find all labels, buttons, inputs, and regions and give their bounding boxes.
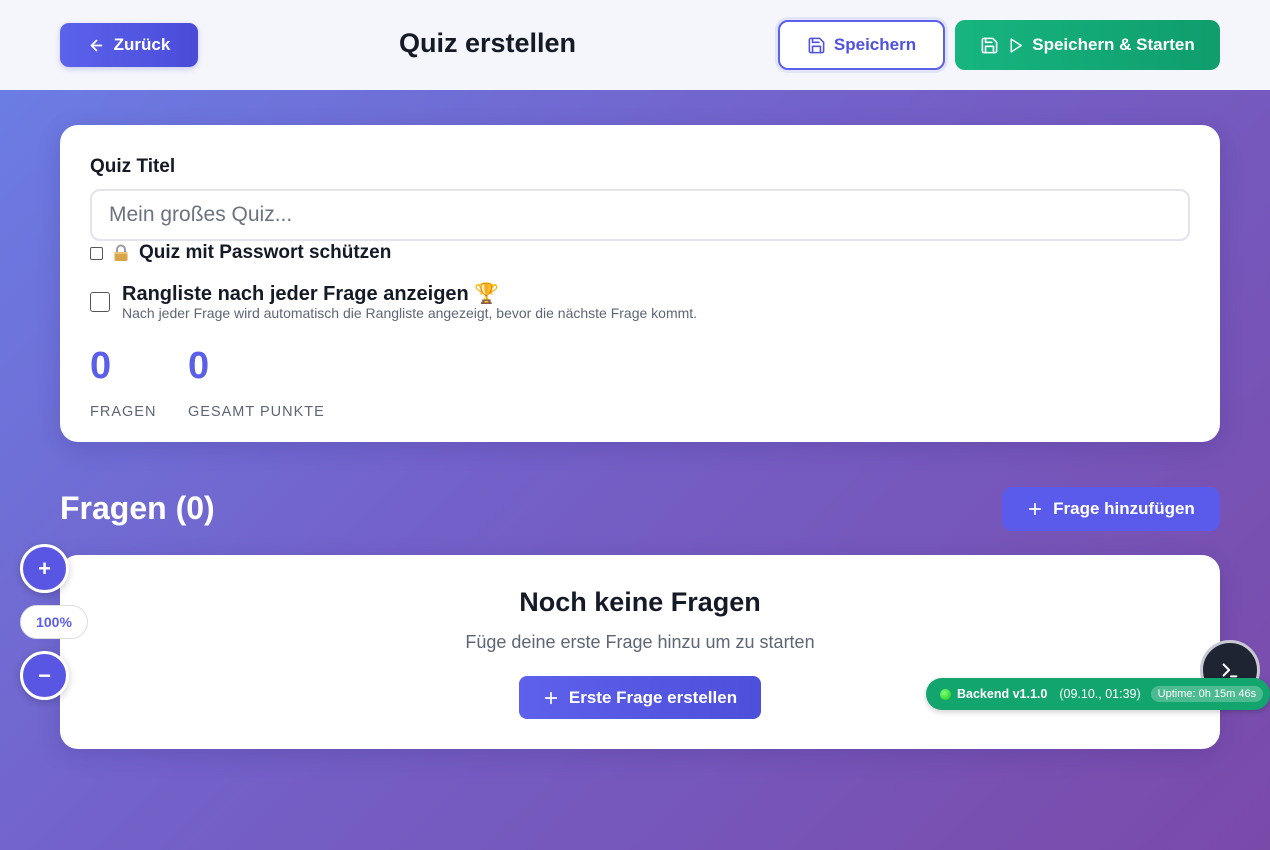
password-option: Quiz mit Passwort schützen bbox=[90, 242, 391, 264]
points-stat: 0 GESAMT PUNKTE bbox=[188, 347, 325, 420]
create-first-question-button[interactable]: Erste Frage erstellen bbox=[519, 676, 761, 719]
leaderboard-description: Nach jeder Frage wird automatisch die Ra… bbox=[122, 305, 698, 321]
empty-state-title: Noch keine Fragen bbox=[519, 587, 761, 617]
quiz-title-input[interactable] bbox=[90, 189, 1190, 241]
backend-version: Backend v1.1.0 bbox=[957, 687, 1048, 701]
back-button[interactable]: Zurück bbox=[60, 23, 198, 67]
page-title: Quiz erstellen bbox=[398, 28, 577, 58]
quiz-title-label: Quiz Titel bbox=[90, 156, 176, 177]
plus-icon bbox=[543, 690, 559, 706]
plus-icon bbox=[1027, 501, 1043, 517]
arrow-left-icon bbox=[88, 37, 105, 54]
leaderboard-label: Rangliste nach jeder Frage anzeigen 🏆 bbox=[122, 283, 500, 305]
empty-state-subtitle: Füge deine erste Frage hinzu um zu start… bbox=[465, 632, 815, 652]
points-stat-label: GESAMT PUNKTE bbox=[188, 404, 325, 420]
backend-status: Backend v1.1.0 (09.10., 01:39) Uptime: 0… bbox=[926, 678, 1270, 710]
quiz-settings-card: Quiz Titel Quiz mit Passwort schützen Ra… bbox=[60, 125, 1220, 442]
points-count: 0 bbox=[188, 345, 210, 387]
backend-timestamp: (09.10., 01:39) bbox=[1059, 687, 1141, 701]
empty-questions-card: Noch keine Fragen Füge deine erste Frage… bbox=[60, 555, 1220, 749]
save-and-start-label: Speichern & Starten bbox=[1032, 35, 1195, 54]
questions-stat: 0 FRAGEN bbox=[90, 347, 156, 420]
save-button[interactable]: Speichern bbox=[778, 20, 945, 70]
zoom-in-button[interactable]: + bbox=[20, 544, 69, 593]
create-first-question-label: Erste Frage erstellen bbox=[568, 687, 738, 707]
questions-heading: Fragen (0) bbox=[60, 490, 215, 526]
password-checkbox[interactable] bbox=[90, 246, 103, 260]
add-question-button[interactable]: Frage hinzufügen bbox=[1002, 487, 1220, 531]
leaderboard-checkbox[interactable] bbox=[90, 292, 110, 312]
zoom-out-label: − bbox=[38, 662, 51, 688]
top-bar: Zurück Quiz erstellen Speichern Speicher… bbox=[0, 0, 1270, 90]
save-button-label: Speichern bbox=[833, 35, 917, 54]
zoom-out-button[interactable]: − bbox=[20, 651, 69, 700]
uptime-badge: Uptime: 0h 15m 46s bbox=[1150, 686, 1264, 702]
lock-icon bbox=[111, 243, 131, 263]
zoom-level: 100% bbox=[20, 605, 88, 639]
status-dot-icon bbox=[940, 688, 951, 700]
play-icon bbox=[1007, 37, 1024, 54]
back-button-label: Zurück bbox=[113, 35, 171, 54]
questions-count: 0 bbox=[90, 345, 112, 387]
add-question-label: Frage hinzufügen bbox=[1053, 499, 1195, 518]
save-icon bbox=[980, 36, 999, 55]
password-label: Quiz mit Passwort schützen bbox=[139, 242, 392, 263]
questions-stat-label: FRAGEN bbox=[90, 404, 157, 420]
save-icon bbox=[807, 36, 826, 55]
zoom-in-label: + bbox=[38, 555, 51, 581]
save-and-start-button[interactable]: Speichern & Starten bbox=[955, 20, 1220, 70]
